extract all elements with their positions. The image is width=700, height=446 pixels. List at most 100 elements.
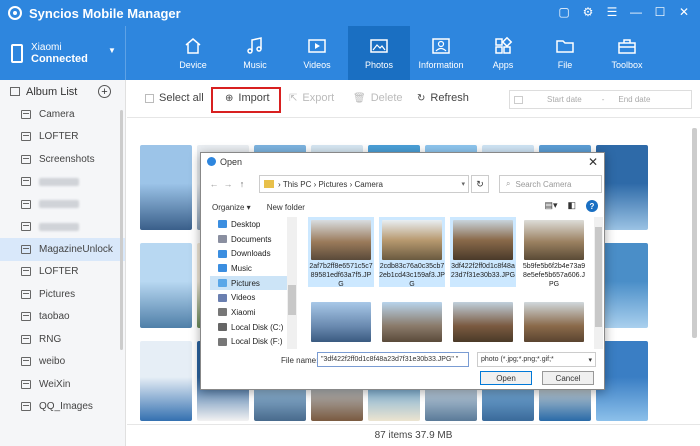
sidebar-album-item[interactable] xyxy=(0,171,125,194)
sidebar-album-item[interactable] xyxy=(0,193,125,216)
dialog-search-input[interactable]: ⌕ Search Camera xyxy=(499,175,602,193)
file-tile[interactable] xyxy=(521,299,587,349)
tab-toolbox[interactable]: Toolbox xyxy=(596,26,658,80)
feedback-icon[interactable]: ▢ xyxy=(556,4,572,20)
breadcrumb-camera[interactable]: Camera xyxy=(354,180,382,189)
export-button[interactable]: ⇱ Export xyxy=(289,92,334,104)
address-bar: ← → ↑ › This PC › Pictures › Camera ▾ ↻ … xyxy=(207,175,602,193)
tab-device[interactable]: Device xyxy=(162,26,224,80)
cancel-button[interactable]: Cancel xyxy=(542,371,594,385)
preview-pane-icon[interactable]: ◧ xyxy=(567,200,576,212)
back-arrow-icon[interactable]: ← xyxy=(207,179,221,189)
file-tile[interactable] xyxy=(379,299,445,349)
start-date-field[interactable]: Start date xyxy=(547,95,582,104)
sidebar-album-item[interactable]: QQ_Images xyxy=(0,396,125,419)
organize-menu[interactable]: Organize ▾ xyxy=(212,203,251,212)
new-folder-button[interactable]: New folder xyxy=(267,203,305,212)
forward-arrow-icon[interactable]: → xyxy=(221,179,235,189)
sidebar-album-item[interactable]: weibo xyxy=(0,351,125,374)
select-all-checkbox[interactable]: Select all xyxy=(145,92,204,104)
dialog-title: Open xyxy=(220,156,243,167)
dialog-title-bar: Open xyxy=(201,153,604,170)
photo-grid-scrollbar[interactable] xyxy=(692,128,697,338)
app-title: Syncios Mobile Manager xyxy=(29,5,181,21)
sidebar-album-item[interactable]: LOFTER xyxy=(0,126,125,149)
file-tile[interactable]: 2af7b2ff8e6571c5c789581edf63a7f5.JPG xyxy=(308,217,374,288)
chevron-down-icon[interactable]: ▼ xyxy=(108,46,116,55)
dialog-nav-item[interactable]: Documents xyxy=(210,232,296,247)
help-icon[interactable]: ? xyxy=(586,200,598,212)
dialog-nav-label: Music xyxy=(231,263,252,273)
minimize-button[interactable]: — xyxy=(628,4,644,20)
date-range-filter[interactable]: Start date - End date xyxy=(509,90,692,109)
calendar-icon xyxy=(514,95,523,104)
file-tile[interactable]: 5b9fe5b6f2b4e73a98e5efe5b657a606.JPG xyxy=(521,217,587,288)
sidebar-album-item[interactable]: taobao xyxy=(0,306,125,329)
photo-thumbnail[interactable] xyxy=(140,243,192,328)
sidebar-album-item[interactable] xyxy=(0,216,125,239)
nav-pane-scrollbar[interactable] xyxy=(287,217,297,349)
add-album-icon[interactable]: + xyxy=(98,85,111,98)
tab-photos[interactable]: Photos xyxy=(348,26,410,80)
dialog-nav-label: Local Disk (F:) xyxy=(231,337,283,347)
dialog-nav-item[interactable]: Pictures xyxy=(210,275,296,291)
checkbox-icon xyxy=(145,93,154,103)
settings-gear-icon[interactable]: ⚙ xyxy=(580,4,596,20)
breadcrumb-pictures[interactable]: Pictures xyxy=(318,180,347,189)
tab-device-label: Device xyxy=(179,60,207,70)
nav-folder-icon xyxy=(218,293,227,302)
sidebar-album-item[interactable]: Screenshots xyxy=(0,148,125,171)
file-list-scrollbar[interactable] xyxy=(594,217,603,349)
sidebar-album-item[interactable]: WeiXin xyxy=(0,373,125,396)
sidebar-album-item[interactable]: LOFTER xyxy=(0,261,125,284)
sidebar-scrollbar[interactable] xyxy=(120,110,123,350)
contact-icon xyxy=(432,38,450,54)
dialog-refresh-button[interactable]: ↻ xyxy=(471,175,489,193)
sidebar-album-item[interactable]: Camera xyxy=(0,103,125,126)
close-button[interactable]: ✕ xyxy=(676,4,692,20)
dialog-nav-item[interactable]: Local Disk (F:) xyxy=(210,335,296,350)
file-type-select[interactable]: photo (*.jpg;*.png;*.gif;* ▾ xyxy=(477,352,596,367)
tab-apps[interactable]: Apps xyxy=(472,26,534,80)
file-tile[interactable] xyxy=(450,299,516,349)
nav-folder-icon xyxy=(218,337,227,346)
dialog-nav-item[interactable]: Local Disk (C:) xyxy=(210,320,296,335)
end-date-field[interactable]: End date xyxy=(618,95,650,104)
title-bar: Syncios Mobile Manager ▢ ⚙ ☰ — ☐ ✕ xyxy=(0,0,700,26)
file-tile[interactable] xyxy=(308,299,374,349)
up-arrow-icon[interactable]: ↑ xyxy=(235,179,249,189)
dialog-nav-item[interactable]: Music xyxy=(210,261,296,276)
sidebar-album-item[interactable]: MagazineUnlock xyxy=(0,238,125,261)
file-tile[interactable]: 3df422f2ff0d1c8f48a23d7f31e30b33.JPG xyxy=(450,217,516,287)
dialog-nav-item[interactable]: Downloads xyxy=(210,246,296,261)
tab-videos[interactable]: Videos xyxy=(286,26,348,80)
sidebar-album-item[interactable]: RNG xyxy=(0,328,125,351)
tab-file[interactable]: File xyxy=(534,26,596,80)
open-button[interactable]: Open xyxy=(480,371,532,385)
device-selector[interactable]: Xiaomi Connected ▼ xyxy=(0,26,126,80)
dialog-nav-item[interactable]: Videos xyxy=(210,290,296,305)
maximize-button[interactable]: ☐ xyxy=(652,4,668,20)
delete-button[interactable]: 🗑 Delete xyxy=(353,92,403,104)
tab-photos-label: Photos xyxy=(364,60,394,70)
view-options-icon[interactable]: ▤▾ xyxy=(544,200,557,212)
file-name-input[interactable]: "3df422f2ff0d1c8f48a23d7f31e30b33.JPG" " xyxy=(317,352,469,367)
tab-information[interactable]: Information xyxy=(410,26,472,80)
search-placeholder: Search Camera xyxy=(515,179,572,189)
album-label: Pictures xyxy=(39,288,76,300)
photo-thumbnail[interactable] xyxy=(140,145,192,230)
path-breadcrumb[interactable]: › This PC › Pictures › Camera ▾ xyxy=(259,175,469,193)
photo-thumbnail[interactable] xyxy=(140,341,192,421)
menu-icon[interactable]: ☰ xyxy=(604,4,620,20)
chevron-down-icon[interactable]: ▾ xyxy=(461,180,465,188)
file-name: 3df422f2ff0d1c8f48a23d7f31e30b33.JPG xyxy=(450,263,516,279)
dialog-close-icon[interactable]: ✕ xyxy=(588,155,598,169)
file-tile[interactable]: 2cdb83c76a0c35cb72eb1cd43c159af3.JPG xyxy=(379,217,445,288)
dialog-nav-item[interactable]: Desktop xyxy=(210,217,296,232)
sidebar-album-item[interactable]: Pictures xyxy=(0,283,125,306)
dialog-nav-item[interactable]: Xiaomi xyxy=(210,305,296,320)
app-icon xyxy=(207,157,216,166)
breadcrumb-this-pc[interactable]: This PC xyxy=(283,180,311,189)
refresh-button[interactable]: ↻ Refresh xyxy=(417,92,469,104)
tab-music[interactable]: Music xyxy=(224,26,286,80)
